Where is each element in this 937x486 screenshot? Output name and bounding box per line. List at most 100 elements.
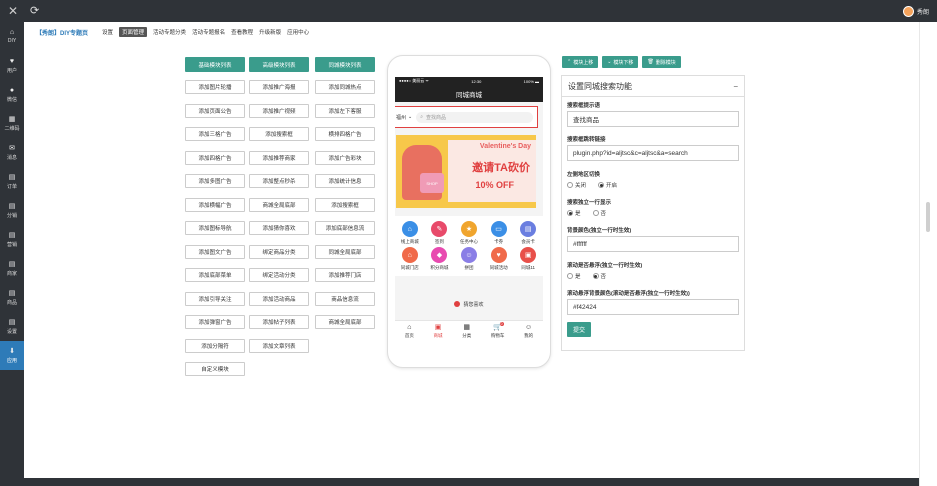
icon-nav-item[interactable]: ✎ 签到: [425, 221, 453, 245]
phone-tab[interactable]: ▦ 分类: [462, 324, 471, 339]
add-module-button[interactable]: 添加四格广告: [185, 150, 245, 165]
user-name[interactable]: 秀朗: [917, 7, 929, 16]
add-module-button[interactable]: 添加页面公告: [185, 103, 245, 118]
add-module-button[interactable]: 添加底部信息流: [315, 221, 375, 235]
add-module-button[interactable]: 添加同城热点: [315, 80, 375, 94]
icon-nav-item[interactable]: ⌂ 线上商城: [396, 221, 424, 245]
phone-tab[interactable]: ⌂ 首页: [405, 324, 414, 339]
city-switch[interactable]: 福州 ⌄: [396, 114, 412, 121]
add-module-button[interactable]: 添加横幅广告: [185, 197, 245, 212]
radio-option[interactable]: 是: [567, 209, 581, 217]
radio-dot[interactable]: [592, 210, 599, 216]
sidebar-item[interactable]: ▤ 订单: [0, 167, 24, 196]
add-module-button[interactable]: 添加推荐门店: [315, 268, 375, 282]
radio-dot[interactable]: [592, 273, 599, 279]
add-module-button[interactable]: 同城全局底部: [315, 244, 375, 259]
bg-color-input[interactable]: #ffffff: [567, 236, 739, 252]
link-input[interactable]: plugin.php?id=aljtsc&c=aljtsc&a=search: [567, 145, 739, 161]
sidebar-item[interactable]: ▤ 营销: [0, 225, 24, 254]
sidebar-item[interactable]: ✉ 消息: [0, 138, 24, 167]
add-module-button[interactable]: 添加广告彩块: [315, 150, 375, 165]
module-action-button[interactable]: ⌃ 模块上移: [562, 56, 599, 68]
icon-nav-item[interactable]: ▤ 会员卡: [514, 221, 542, 245]
icon-nav-item[interactable]: ☺ 拼团: [455, 247, 483, 271]
sidebar-item[interactable]: ▤ 商家: [0, 254, 24, 283]
refresh-icon[interactable]: ⟳: [30, 4, 39, 18]
add-module-button[interactable]: 添加多图广告: [185, 174, 245, 188]
add-module-button[interactable]: 商城全局底部: [249, 197, 309, 212]
icon-nav-item[interactable]: ★ 任务中心: [455, 221, 483, 245]
add-module-button[interactable]: 添加三格广告: [185, 127, 245, 141]
module-list-header[interactable]: 同城模块列表: [315, 57, 375, 72]
module-action-button[interactable]: ⌄ 模块下移: [602, 56, 639, 68]
radio-dot[interactable]: [567, 210, 573, 216]
phone-tab[interactable]: 🛒 0 购物车: [491, 321, 504, 339]
banner-ad[interactable]: SHOP Valentine's Day 邀请TA砍价 10% OFF: [396, 135, 536, 208]
radio-option[interactable]: 开启: [598, 181, 617, 189]
phone-tab[interactable]: ☺ 我的: [524, 324, 533, 339]
add-module-button[interactable]: 自定义模块: [185, 362, 245, 376]
sidebar-item[interactable]: ⌂ DIY: [0, 22, 24, 51]
nav-link[interactable]: 活动专题分类: [153, 28, 186, 36]
add-module-button[interactable]: 添加搜索框: [315, 197, 375, 212]
add-module-button[interactable]: 商城全局底部: [315, 315, 375, 329]
add-module-button[interactable]: 添加推广视频: [249, 103, 309, 118]
add-module-button[interactable]: 添加文章列表: [249, 338, 309, 353]
add-module-button[interactable]: 添加图标导航: [185, 221, 245, 235]
add-module-button[interactable]: 添加活动商品: [249, 291, 309, 306]
add-module-button[interactable]: 添加猜你喜欢: [249, 221, 309, 235]
logo-icon[interactable]: ✕: [6, 4, 20, 18]
search-module[interactable]: 福州 ⌄ ⌕ 查找商品: [395, 106, 538, 128]
submit-button[interactable]: 提交: [567, 322, 591, 337]
sidebar-item[interactable]: ▤ 分销: [0, 196, 24, 225]
add-module-button[interactable]: 添加整点秒杀: [249, 174, 309, 188]
add-module-button[interactable]: 添加底部菜单: [185, 268, 245, 282]
sidebar-item[interactable]: ▤ 商品: [0, 283, 24, 312]
module-list-header[interactable]: 基础模块列表: [185, 57, 245, 72]
sidebar-item[interactable]: ♥ 用户: [0, 51, 24, 80]
add-module-button[interactable]: 添加推广海报: [249, 80, 309, 94]
module-list-header[interactable]: 高级模块列表: [249, 57, 309, 72]
search-input[interactable]: ⌕ 查找商品: [416, 111, 533, 123]
add-module-button[interactable]: 绑定活动分类: [249, 268, 309, 282]
nav-link[interactable]: 页面管理: [119, 27, 148, 37]
add-module-button[interactable]: 添加图片轮播: [185, 80, 245, 94]
radio-dot[interactable]: [598, 182, 605, 188]
collapse-icon[interactable]: −: [733, 82, 738, 91]
module-action-button[interactable]: 🗑 删除模块: [642, 56, 681, 68]
add-module-button[interactable]: 添加弹窗广告: [185, 315, 245, 329]
add-module-button[interactable]: 添加左下客服: [315, 103, 375, 118]
radio-option[interactable]: 关闭: [567, 181, 586, 189]
avatar[interactable]: [902, 5, 914, 17]
nav-link[interactable]: 查看教程: [231, 28, 253, 36]
add-module-button[interactable]: 绑定商品分类: [249, 244, 309, 259]
phone-tab[interactable]: ▣ 商城: [434, 324, 443, 339]
sidebar-item[interactable]: ▦ 二维码: [0, 109, 24, 138]
sidebar-item[interactable]: ● 微信: [0, 80, 24, 109]
radio-option[interactable]: 否: [592, 272, 606, 280]
nav-link[interactable]: 应用中心: [287, 28, 309, 36]
icon-nav-item[interactable]: ♥ 同城活动: [485, 247, 513, 271]
radio-option[interactable]: 否: [592, 209, 606, 217]
sticky-bg-input[interactable]: #f42424: [567, 299, 739, 315]
sidebar-item[interactable]: ⬇ 应用: [0, 341, 24, 370]
add-module-button[interactable]: 添加推荐商家: [249, 150, 309, 165]
add-module-button[interactable]: 添加图文广告: [185, 244, 245, 259]
user-menu[interactable]: 秀朗: [902, 4, 929, 18]
add-module-button[interactable]: 添加分隔符: [185, 338, 245, 353]
add-module-button[interactable]: 添加帖子列表: [249, 315, 309, 329]
add-module-button[interactable]: 添加统计信息: [315, 174, 375, 188]
nav-link[interactable]: 设置: [102, 28, 113, 36]
icon-nav-item[interactable]: ⌂ 同城门店: [396, 247, 424, 271]
radio-option[interactable]: 是: [567, 272, 581, 280]
nav-link[interactable]: 升级新版: [259, 28, 281, 36]
add-module-button[interactable]: 商品信息流: [315, 291, 375, 306]
add-module-button[interactable]: 添加引导关注: [185, 291, 245, 306]
radio-dot[interactable]: [567, 182, 573, 188]
placeholder-input[interactable]: 查找商品: [567, 111, 739, 127]
icon-nav-item[interactable]: ▭ 卡券: [485, 221, 513, 245]
radio-dot[interactable]: [567, 273, 573, 279]
add-module-button[interactable]: 添加搜索框: [249, 127, 309, 141]
icon-nav-item[interactable]: ▣ 同城11: [514, 247, 542, 271]
nav-link[interactable]: 活动专题报名: [192, 28, 225, 36]
